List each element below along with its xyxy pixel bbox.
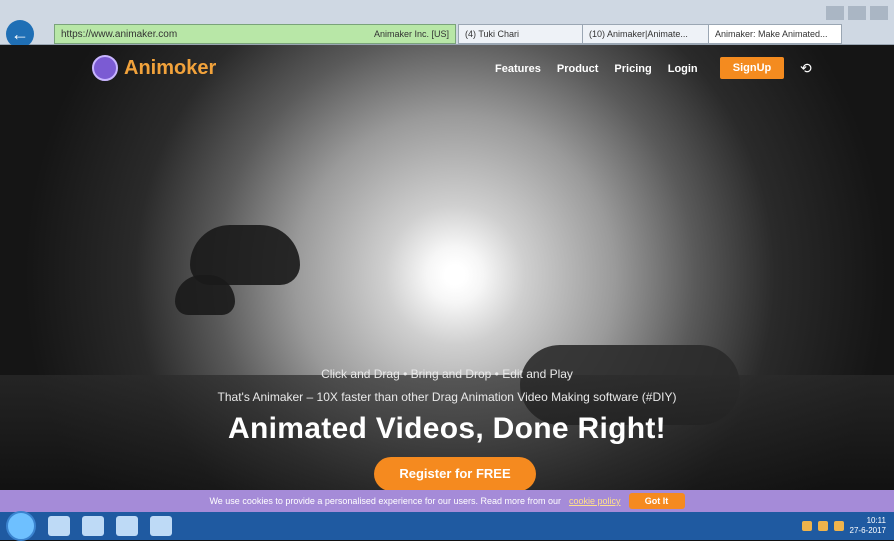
clock-time: 10:11: [866, 516, 886, 525]
system-tray: 10:11 27-6-2017: [801, 516, 894, 536]
hero-subtitle-line-1: Click and Drag • Bring and Drop • Edit a…: [321, 367, 573, 381]
tray-icon[interactable]: [817, 521, 828, 531]
top-navigation: Animoker Features Product Pricing Login …: [0, 45, 894, 95]
hero-subtitle-line-2: That's Animaker – 10X faster than other …: [217, 390, 677, 404]
clock-date: 27-6-2017: [849, 526, 886, 535]
address-url[interactable]: https://www.animaker.com: [55, 29, 331, 40]
logo-icon: [92, 55, 118, 81]
animaker-landing-page: Animoker Features Product Pricing Login …: [0, 45, 894, 490]
windows-taskbar: 10:11 27-6-2017: [0, 511, 894, 541]
tab-2[interactable]: (10) Animaker|Animate...: [582, 24, 718, 44]
close-icon[interactable]: [870, 6, 888, 20]
cookie-got-it-button[interactable]: Got It: [628, 493, 685, 509]
signup-button[interactable]: SignUp: [720, 57, 784, 79]
animaker-logo[interactable]: Animoker: [92, 55, 216, 81]
tab-1[interactable]: (4) Tuki Chari: [458, 24, 592, 44]
hero-title: Animated Videos, Done Right!: [228, 412, 666, 445]
nav-features[interactable]: Features: [495, 63, 541, 75]
globe-icon[interactable]: ⟲: [800, 60, 816, 76]
cookie-banner: We use cookies to provide a personalised…: [0, 490, 894, 512]
file-explorer-icon[interactable]: [116, 516, 138, 536]
decorative-tree-small: [175, 275, 235, 315]
tab-3[interactable]: Animaker: Make Animated...: [708, 24, 842, 44]
register-button[interactable]: Register for FREE: [374, 457, 536, 490]
media-player-icon[interactable]: [82, 516, 104, 536]
start-button-icon[interactable]: [6, 511, 36, 541]
window-controls: [826, 6, 888, 20]
nav-login[interactable]: Login: [668, 63, 698, 75]
back-arrow-icon[interactable]: ←: [6, 20, 34, 48]
clock[interactable]: 10:11 27-6-2017: [850, 516, 886, 536]
address-site-name: Animaker Inc. [US]: [373, 29, 449, 39]
tray-icon[interactable]: [801, 521, 812, 531]
maximize-icon[interactable]: [848, 6, 866, 20]
address-bar[interactable]: https://www.animaker.com Animaker Inc. […: [54, 24, 456, 44]
tray-icon[interactable]: [833, 521, 844, 531]
minimize-icon[interactable]: [826, 6, 844, 20]
cookie-policy-link[interactable]: cookie policy: [569, 496, 621, 506]
cookie-text: We use cookies to provide a personalised…: [209, 496, 561, 506]
browser-chrome: ← https://www.animaker.com Animaker Inc.…: [0, 0, 894, 48]
word-icon[interactable]: [150, 516, 172, 536]
nav-links: Features Product Pricing Login: [495, 63, 698, 75]
nav-pricing[interactable]: Pricing: [614, 63, 651, 75]
logo-text: Animoker: [124, 56, 217, 79]
ie-icon[interactable]: [48, 516, 70, 536]
nav-product[interactable]: Product: [557, 63, 599, 75]
